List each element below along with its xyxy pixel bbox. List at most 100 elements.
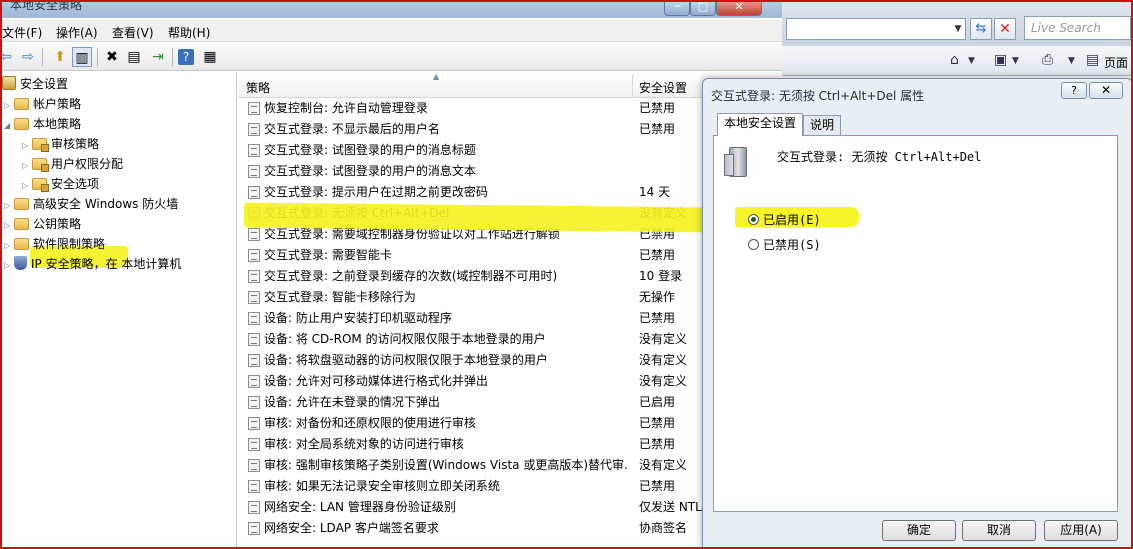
minimize-button[interactable]: ─	[664, 0, 690, 16]
tree-item-software-restriction[interactable]: ▷ 软件限制策略	[4, 234, 105, 254]
tree-item-ip-security[interactable]: ▷ IP 安全策略，在 本地计算机	[4, 254, 181, 274]
sort-ascending-icon: ▲	[433, 72, 440, 81]
tree-item-security-settings[interactable]: 安全设置	[2, 74, 68, 94]
policy-icon	[248, 186, 260, 199]
table-row[interactable]: 交互式登录: 需要智能卡 已禁用	[238, 245, 782, 266]
export-list-icon[interactable]: ⇥	[148, 47, 168, 67]
collapse-arrow-icon[interactable]: ◢	[4, 116, 14, 136]
show-action-pane-icon[interactable]: ▦	[200, 47, 220, 67]
tree-item-windows-firewall[interactable]: ▷ 高级安全 Windows 防火墙	[4, 194, 178, 214]
address-bar[interactable]	[786, 18, 966, 40]
tree-item-public-key-policies[interactable]: ▷ 公钥策略	[4, 214, 81, 234]
tree-item-audit-policy[interactable]: ▷ 审核策略	[22, 134, 99, 154]
table-row[interactable]: 设备: 防止用户安装打印机驱动程序 已禁用	[238, 308, 782, 329]
table-row[interactable]: 设备: 允许在未登录的情况下弹出 已启用	[238, 392, 782, 413]
table-row[interactable]: 审核: 对全局系统对象的访问进行审核 已禁用	[238, 434, 782, 455]
browser-command-bar: ⌂ ▼ ▣ ▼ ⎙ ▼ ▤ 页面	[782, 46, 1133, 76]
expand-arrow-icon[interactable]: ▷	[22, 176, 32, 196]
tree-item-local-policies[interactable]: ◢ 本地策略	[4, 114, 81, 134]
expand-arrow-icon[interactable]: ▷	[4, 256, 14, 276]
folder-icon	[14, 218, 29, 230]
policy-name-cell: 设备: 防止用户安装打印机驱动程序	[264, 311, 452, 325]
show-hide-tree-icon[interactable]: ▥	[72, 47, 92, 67]
tree-item-security-options[interactable]: ▷ 安全选项	[22, 174, 99, 194]
policy-icon	[248, 165, 260, 178]
folder-icon	[14, 118, 29, 130]
expand-arrow-icon[interactable]: ▷	[4, 236, 14, 256]
print-dropdown-icon[interactable]: ▼	[1068, 56, 1075, 66]
shield-icon	[14, 256, 27, 270]
address-dropdown-icon[interactable]: ▼	[951, 20, 965, 38]
table-row[interactable]: 交互式登录: 不显示最后的用户名 已禁用	[238, 119, 782, 140]
live-search-input[interactable]: Live Search	[1024, 16, 1131, 40]
back-icon[interactable]: ⇦	[0, 47, 16, 67]
title-bar: 本地安全策略 ─ □ ✕	[0, 0, 782, 18]
properties-icon[interactable]: ▤	[124, 47, 144, 67]
menu-file[interactable]: 文件(F)	[2, 24, 42, 41]
radio-enabled[interactable]: 已启用(E)	[748, 211, 821, 228]
dialog-close-button[interactable]: ✕	[1089, 82, 1123, 99]
tab-explain[interactable]: 说明	[803, 115, 842, 136]
menu-view[interactable]: 查看(V)	[112, 24, 154, 41]
cancel-button[interactable]: 取消	[962, 520, 1036, 541]
expand-arrow-icon[interactable]: ▷	[22, 136, 32, 156]
refresh-icon[interactable]: ⇆	[970, 18, 992, 40]
table-row[interactable]: 设备: 将软盘驱动器的访问权限仅限于本地登录的用户 没有定义	[238, 350, 782, 371]
ok-button[interactable]: 确定	[882, 520, 956, 541]
expand-arrow-icon[interactable]: ▷	[4, 196, 14, 216]
print-icon[interactable]: ⎙	[1042, 52, 1053, 68]
expand-arrow-icon[interactable]: ▷	[22, 156, 32, 176]
table-row[interactable]: 交互式登录: 之前登录到缓存的次数(域控制器不可用时) 10 登录	[238, 266, 782, 287]
policy-icon	[248, 270, 260, 283]
menu-help[interactable]: 帮助(H)	[168, 24, 210, 41]
tab-local-security-setting[interactable]: 本地安全设置	[717, 113, 804, 136]
list-header: ▲ 策略 安全设置	[238, 72, 782, 98]
policy-name-cell: 交互式登录: 不显示最后的用户名	[264, 122, 440, 136]
table-row[interactable]: 审核: 如果无法记录安全审核则立即关闭系统 已禁用	[238, 476, 782, 497]
table-row[interactable]: 设备: 将 CD-ROM 的访问权限仅限于本地登录的用户 没有定义	[238, 329, 782, 350]
close-button[interactable]: ✕	[716, 0, 762, 16]
table-row[interactable]: 网络安全: LAN 管理器身份验证级别 仅发送 NTL	[238, 497, 782, 518]
feeds-icon[interactable]: ▣	[994, 52, 1007, 68]
radio-unselected-icon[interactable]	[748, 239, 759, 250]
folder-lock-icon	[32, 178, 49, 192]
table-row[interactable]: 恢复控制台: 允许自动管理登录 已禁用	[238, 98, 782, 119]
expand-arrow-icon[interactable]: ▷	[4, 96, 14, 116]
maximize-button[interactable]: □	[690, 0, 716, 16]
policy-name-cell: 审核: 强制审核策略子类别设置(Windows Vista 或更高版本)替代审.…	[264, 458, 628, 472]
column-header-setting[interactable]: 安全设置	[639, 79, 687, 96]
page-icon[interactable]: ▤	[1086, 52, 1099, 68]
column-header-policy[interactable]: 策略	[246, 79, 270, 96]
page-menu-label[interactable]: 页面	[1104, 54, 1128, 71]
policy-name-cell: 设备: 允许在未登录的情况下弹出	[264, 395, 440, 409]
up-folder-icon[interactable]: ⬆	[50, 47, 70, 67]
menu-action[interactable]: 操作(A)	[56, 24, 98, 41]
apply-button[interactable]: 应用(A)	[1044, 520, 1118, 541]
table-row[interactable]: 审核: 强制审核策略子类别设置(Windows Vista 或更高版本)替代审.…	[238, 455, 782, 476]
help-icon[interactable]: ?	[178, 49, 194, 65]
column-separator[interactable]	[632, 74, 633, 98]
delete-icon[interactable]: ✖	[102, 47, 122, 67]
policy-setting-cell: 没有定义	[639, 374, 688, 388]
radio-disabled[interactable]: 已禁用(S)	[748, 236, 821, 253]
stop-icon[interactable]: ✕	[994, 18, 1016, 40]
expand-arrow-icon[interactable]: ▷	[4, 216, 14, 236]
table-row[interactable]: 网络安全: LDAP 客户端签名要求 协商签名	[238, 518, 782, 539]
table-row[interactable]: 交互式登录: 提示用户在过期之前更改密码 14 天	[238, 182, 782, 203]
table-row[interactable]: 交互式登录: 试图登录的用户的消息标题	[238, 140, 782, 161]
policy-name-cell: 设备: 将 CD-ROM 的访问权限仅限于本地登录的用户	[264, 332, 546, 346]
tree-item-account-policies[interactable]: ▷ 帐户策略	[4, 94, 81, 114]
table-row[interactable]: 交互式登录: 试图登录的用户的消息文本	[238, 161, 782, 182]
policy-icon	[248, 102, 260, 115]
feeds-dropdown-icon[interactable]: ▼	[1012, 56, 1019, 66]
tree-item-user-rights[interactable]: ▷ 用户权限分配	[22, 154, 123, 174]
table-row[interactable]: 审核: 对备份和还原权限的使用进行审核 已禁用	[238, 413, 782, 434]
dialog-help-button[interactable]: ?	[1061, 82, 1087, 99]
policy-icon	[248, 501, 260, 514]
table-row[interactable]: 设备: 允许对可移动媒体进行格式化并弹出 没有定义	[238, 371, 782, 392]
radio-selected-icon[interactable]	[748, 214, 759, 225]
forward-icon[interactable]: ⇨	[18, 47, 38, 67]
home-dropdown-icon[interactable]: ▼	[968, 56, 975, 66]
table-row[interactable]: 交互式登录: 智能卡移除行为 无操作	[238, 287, 782, 308]
home-icon[interactable]: ⌂	[950, 52, 959, 68]
